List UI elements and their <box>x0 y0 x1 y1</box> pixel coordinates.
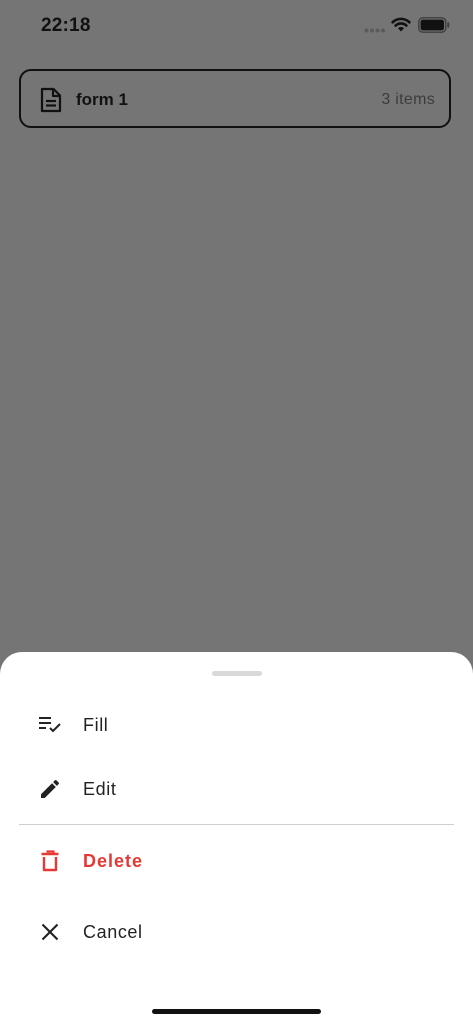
wifi-icon <box>391 17 411 32</box>
trash-icon <box>41 850 59 872</box>
divider <box>19 824 454 825</box>
edit-label: Edit <box>83 779 117 799</box>
playlist-check-icon <box>39 717 61 733</box>
cancel-button[interactable]: Cancel <box>0 904 473 960</box>
close-icon <box>41 923 59 941</box>
pencil-icon <box>41 779 60 798</box>
delete-button[interactable]: Delete <box>0 833 473 889</box>
home-indicator[interactable] <box>152 1009 321 1014</box>
fill-label: Fill <box>83 715 109 735</box>
form-item-count: 3 items <box>381 91 435 108</box>
form-list-item[interactable]: form 1 3 items <box>19 69 451 128</box>
document-icon <box>40 87 62 113</box>
cancel-label: Cancel <box>83 922 143 942</box>
sheet-drag-handle[interactable] <box>212 671 262 676</box>
battery-icon <box>418 17 450 33</box>
status-time: 22:18 <box>41 15 91 36</box>
fill-button[interactable]: Fill <box>0 697 473 753</box>
delete-label: Delete <box>83 851 144 871</box>
cellular-signal-icon <box>364 28 385 33</box>
status-bar: 22:18 <box>0 0 473 54</box>
form-name: form 1 <box>76 90 128 109</box>
action-sheet: Fill Edit Delete Cancel <box>0 652 473 1024</box>
edit-button[interactable]: Edit <box>0 761 473 817</box>
